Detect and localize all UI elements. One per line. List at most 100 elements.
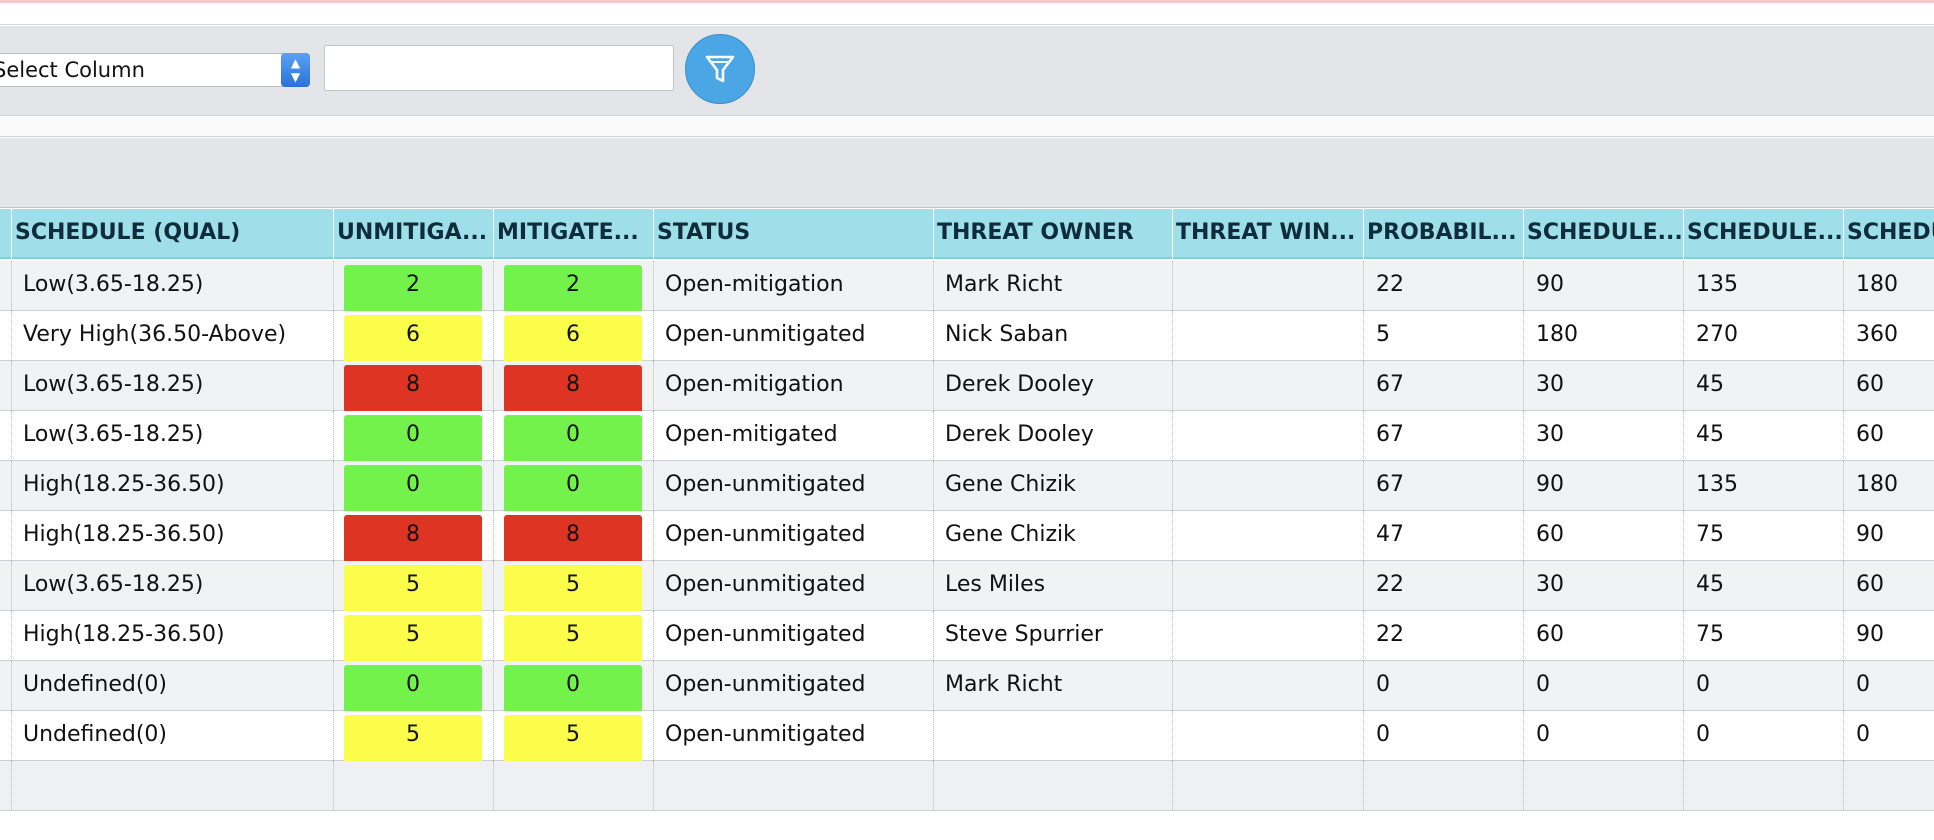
cell-threat-owner: Derek Dooley [934, 411, 1173, 461]
apply-filter-button[interactable] [685, 34, 755, 104]
unmitigated-score-badge: 2 [344, 265, 482, 311]
group-header-band [0, 138, 1934, 208]
cell-unmitigated: 6 [334, 311, 494, 361]
unmitigated-score-badge: 8 [344, 515, 482, 561]
cell-schedule-2: 135 [1684, 261, 1844, 311]
table-row[interactable]: Undefined(0) 5 5 Open-unmitigated 0 0 0 0 [0, 711, 1934, 761]
column-header-unmitigated[interactable]: UNMITIGA... [334, 209, 494, 259]
cell-mitigated: 5 [494, 711, 654, 761]
cell-schedule-qual: Low(3.65-18.25) [12, 361, 334, 411]
cell-threat-window [1173, 711, 1364, 761]
cell-schedule-3: 90 [1844, 511, 1934, 561]
cell-schedule-qual: High(18.25-36.50) [12, 511, 334, 561]
cell-schedule-2: 135 [1684, 461, 1844, 511]
unmitigated-score-badge: 0 [344, 465, 482, 511]
unmitigated-score-badge: 8 [344, 365, 482, 411]
unmitigated-score-badge: 6 [344, 315, 482, 361]
cell-threat-owner: Nick Saban [934, 311, 1173, 361]
cell-unmitigated: 8 [334, 511, 494, 561]
cell-unmitigated: 2 [334, 261, 494, 311]
cell-status: Open-unmitigated [654, 511, 934, 561]
table-row[interactable]: High(18.25-36.50) 5 5 Open-unmitigated Steve… [0, 611, 1934, 661]
cell-unmitigated: 5 [334, 711, 494, 761]
cell-schedule-3: 60 [1844, 411, 1934, 461]
cell-schedule-qual: Low(3.65-18.25) [12, 261, 334, 311]
select-arrows-icon[interactable]: ▲ ▼ [281, 53, 310, 87]
cell-threat-window [1173, 361, 1364, 411]
table-row[interactable]: High(18.25-36.50) 8 8 Open-unmitigated Gene … [0, 511, 1934, 561]
column-header-mitigated[interactable]: MITIGATE... [494, 209, 654, 259]
cell-schedule-3: 180 [1844, 461, 1934, 511]
threat-grid: SCHEDULE (QUAL) UNMITIGA... MITIGATE... STA… [0, 209, 1934, 840]
cell-status: Open-unmitigated [654, 561, 934, 611]
cell-probability: 67 [1364, 361, 1524, 411]
cell-threat-owner: Les Miles [934, 561, 1173, 611]
column-select-value: Select Column [0, 58, 145, 82]
cell-status: Open-unmitigated [654, 611, 934, 661]
cell-status: Open-mitigation [654, 361, 934, 411]
cell-status: Open-unmitigated [654, 311, 934, 361]
cell-threat-window [1173, 611, 1364, 661]
empty-cell [12, 761, 334, 811]
cell-status: Open-unmitigated [654, 711, 934, 761]
cell-mitigated: 5 [494, 561, 654, 611]
cell-schedule-qual: Undefined(0) [12, 711, 334, 761]
cell-threat-owner: Gene Chizik [934, 511, 1173, 561]
cell-schedule-qual: Low(3.65-18.25) [12, 561, 334, 611]
row-handle [0, 511, 12, 561]
cell-threat-window [1173, 261, 1364, 311]
table-row[interactable]: High(18.25-36.50) 0 0 Open-unmitigated Gene … [0, 461, 1934, 511]
mitigated-score-badge: 5 [504, 565, 642, 611]
cell-mitigated: 0 [494, 661, 654, 711]
empty-cell [1684, 761, 1844, 811]
column-header-probability[interactable]: PROBABIL... [1364, 209, 1524, 259]
empty-cell [494, 761, 654, 811]
cell-probability: 0 [1364, 711, 1524, 761]
column-select[interactable]: Select Column ▲ ▼ [0, 53, 310, 87]
table-row[interactable]: Undefined(0) 0 0 Open-unmitigated Mark Richt… [0, 661, 1934, 711]
column-header-threat-window[interactable]: THREAT WIN... [1173, 209, 1364, 259]
empty-cell [0, 761, 12, 811]
empty-cell [934, 761, 1173, 811]
column-header-schedule-1[interactable]: SCHEDULE... [1524, 209, 1684, 259]
cell-threat-window [1173, 661, 1364, 711]
table-row[interactable]: Very High(36.50-Above) 6 6 Open-unmitigated… [0, 311, 1934, 361]
cell-unmitigated: 0 [334, 411, 494, 461]
cell-probability: 5 [1364, 311, 1524, 361]
cell-mitigated: 0 [494, 461, 654, 511]
cell-threat-window [1173, 561, 1364, 611]
cell-unmitigated: 0 [334, 461, 494, 511]
empty-cell [654, 761, 934, 811]
cell-threat-owner: Gene Chizik [934, 461, 1173, 511]
cell-probability: 22 [1364, 561, 1524, 611]
cell-schedule-qual: High(18.25-36.50) [12, 611, 334, 661]
cell-mitigated: 2 [494, 261, 654, 311]
cell-schedule-2: 0 [1684, 711, 1844, 761]
cell-status: Open-mitigation [654, 261, 934, 311]
column-header-schedule-3[interactable]: SCHEDU [1844, 209, 1934, 259]
cell-threat-owner [934, 711, 1173, 761]
unmitigated-score-badge: 5 [344, 715, 482, 761]
mitigated-score-badge: 8 [504, 515, 642, 561]
grid-header-row: SCHEDULE (QUAL) UNMITIGA... MITIGATE... STA… [0, 209, 1934, 259]
mitigated-score-badge: 0 [504, 465, 642, 511]
cell-status: Open-unmitigated [654, 461, 934, 511]
empty-cell [1844, 761, 1934, 811]
table-row[interactable]: Low(3.65-18.25) 5 5 Open-unmitigated Les Mil… [0, 561, 1934, 611]
cell-schedule-1: 0 [1524, 711, 1684, 761]
cell-schedule-1: 90 [1524, 461, 1684, 511]
cell-status: Open-unmitigated [654, 661, 934, 711]
filter-toolbar: Select Column ▲ ▼ [0, 26, 1934, 116]
table-row[interactable]: Low(3.65-18.25) 0 0 Open-mitigated Derek Doo… [0, 411, 1934, 461]
empty-cell [1173, 761, 1364, 811]
table-row[interactable]: Low(3.65-18.25) 8 8 Open-mitigation Derek Do… [0, 361, 1934, 411]
cell-schedule-3: 0 [1844, 661, 1934, 711]
column-header-status[interactable]: STATUS [654, 209, 934, 259]
column-header-schedule-qual[interactable]: SCHEDULE (QUAL) [12, 209, 334, 259]
filter-value-input[interactable] [324, 45, 674, 91]
mitigated-score-badge: 2 [504, 265, 642, 311]
empty-cell [1364, 761, 1524, 811]
table-row[interactable]: Low(3.65-18.25) 2 2 Open-mitigation Mark Ric… [0, 261, 1934, 311]
column-header-schedule-2[interactable]: SCHEDULE... [1684, 209, 1844, 259]
column-header-threat-owner[interactable]: THREAT OWNER [934, 209, 1173, 259]
